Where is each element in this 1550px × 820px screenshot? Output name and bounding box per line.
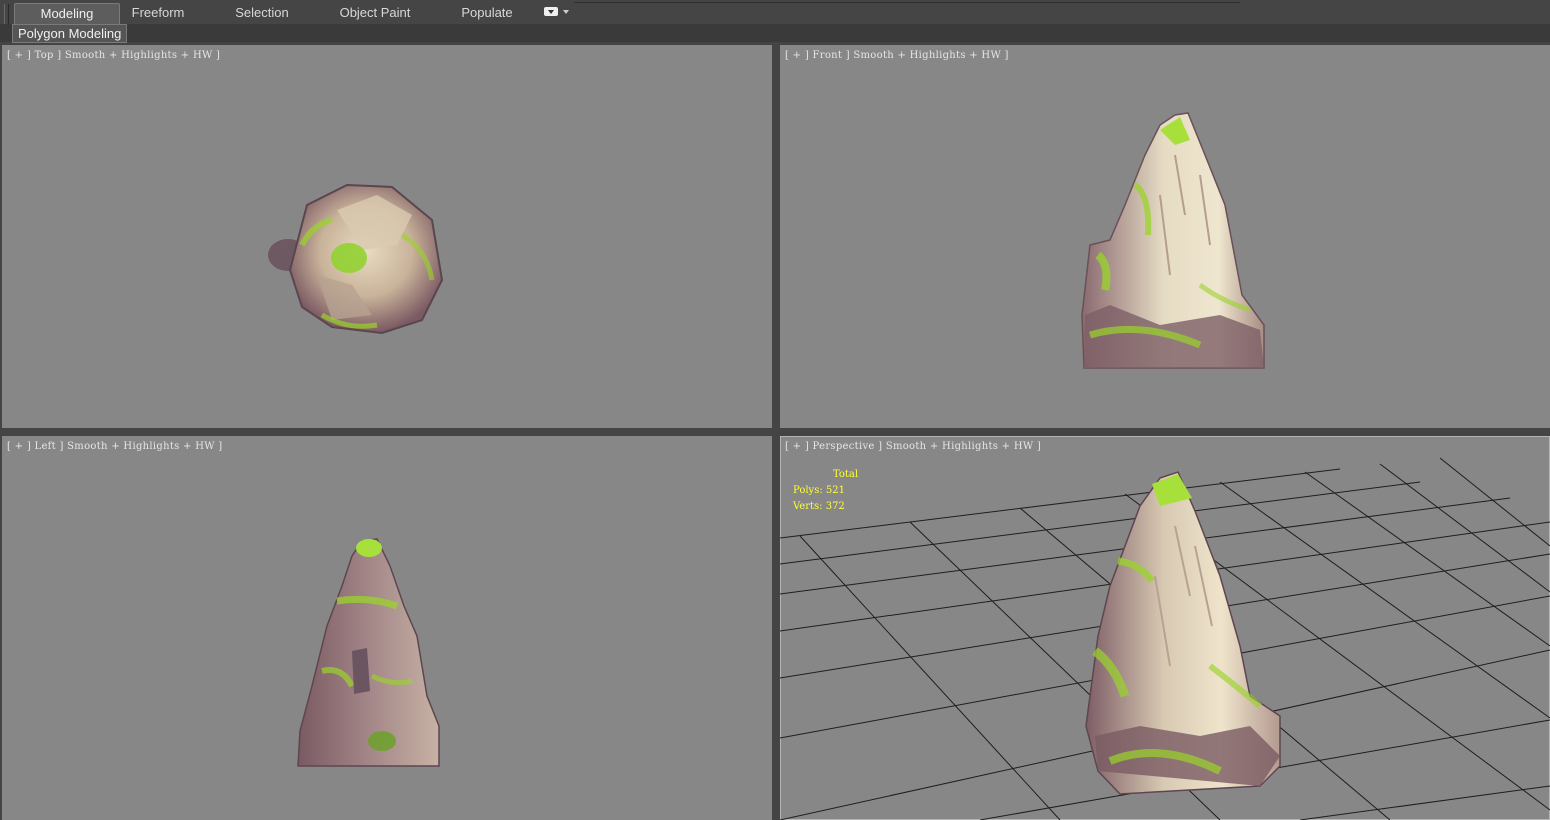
rock-top-view [268, 183, 444, 335]
tab-object-paint[interactable]: Object Paint [330, 3, 420, 23]
rock-front-view [1081, 112, 1265, 369]
chevron-down-icon[interactable] [563, 10, 569, 14]
viewport-front[interactable]: [ + ] Front ] Smooth + Highlights + HW ] [780, 45, 1550, 428]
tab-selection[interactable]: Selection [226, 3, 298, 23]
tab-polygon-modeling[interactable]: Polygon Modeling [12, 24, 128, 43]
ribbon-bar: Modeling Freeform Selection Object Paint… [0, 0, 1550, 40]
viewport-perspective[interactable]: [ + ] Perspective ] Smooth + Highlights … [780, 436, 1550, 820]
ribbon-subpanel [0, 24, 1550, 42]
ribbon-options-button[interactable] [544, 7, 558, 16]
tab-populate[interactable]: Populate [452, 3, 522, 23]
divider [574, 2, 1240, 3]
rock-left-view [297, 538, 440, 767]
tab-modeling[interactable]: Modeling [14, 3, 120, 24]
tab-freeform[interactable]: Freeform [122, 3, 194, 23]
rock-perspective-view [1085, 471, 1281, 795]
viewport-top[interactable]: [ + ] Top ] Smooth + Highlights + HW ] [2, 45, 772, 428]
viewport-left[interactable]: [ + ] Left ] Smooth + Highlights + HW ] [2, 436, 772, 820]
